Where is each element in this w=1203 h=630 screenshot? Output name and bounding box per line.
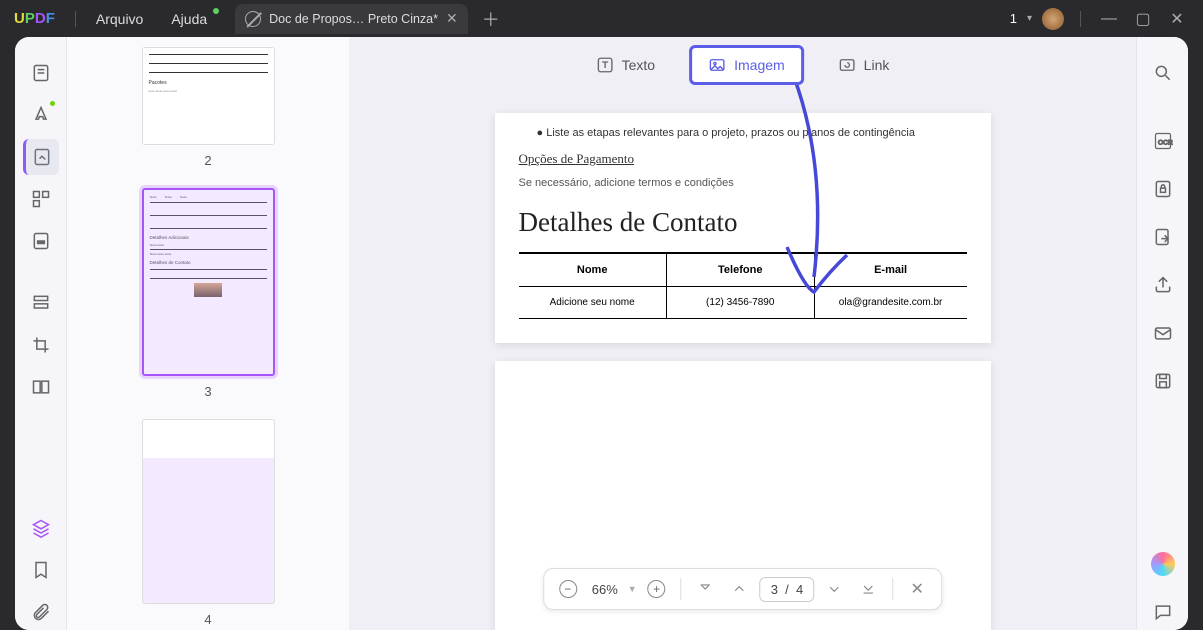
ai-assistant-button[interactable] (1145, 546, 1181, 582)
notification-count[interactable]: 1 (1010, 11, 1017, 26)
notification-dot (213, 8, 219, 14)
link-icon (838, 56, 856, 74)
thumbnail-panel: Pacotes texto texto texto texto 2 TextoT… (67, 37, 349, 630)
share-button[interactable] (1145, 267, 1181, 303)
text-icon (596, 56, 614, 74)
zoom-level: 66% (588, 582, 622, 597)
menu-help[interactable]: Ajuda (157, 11, 221, 27)
zoom-in-button[interactable]: + (643, 575, 671, 603)
thumbnail-number: 4 (204, 612, 211, 627)
form-tool[interactable] (23, 285, 59, 321)
th-email: E-mail (814, 253, 966, 287)
td-phone: (12) 3456-7890 (666, 287, 814, 319)
next-page-button[interactable] (820, 575, 848, 603)
edit-mode-image[interactable]: Imagem (689, 45, 804, 85)
attachment-tool[interactable] (23, 594, 59, 630)
document-tab[interactable]: Doc de Propos… Preto Cinza* ✕ (235, 4, 468, 34)
bottom-toolbar: − 66% ▼ + 3 / 4 ✕ (543, 568, 943, 610)
td-email: ola@grandesite.com.br (814, 287, 966, 319)
thumbnail-page-3[interactable]: TextoTextoTexto Detalhes Adicionais Text… (142, 188, 275, 376)
image-icon (708, 56, 726, 74)
organize-tool[interactable] (23, 181, 59, 217)
email-button[interactable] (1145, 315, 1181, 351)
chevron-down-icon[interactable]: ▾ (1027, 13, 1032, 24)
bookmark-tool[interactable] (23, 552, 59, 588)
zoom-out-button[interactable]: − (554, 575, 582, 603)
document-icon (245, 11, 261, 27)
page-indicator[interactable]: 3 / 4 (760, 577, 815, 602)
th-phone: Telefone (666, 253, 814, 287)
bullet-text: Liste as etapas relevantes para o projet… (537, 127, 967, 139)
payment-text: Se necessário, adicione termos e condiçõ… (519, 177, 967, 189)
redact-tool[interactable] (23, 223, 59, 259)
mode-label: Texto (622, 57, 655, 73)
minimize-button[interactable]: — (1097, 7, 1121, 31)
compare-tool[interactable] (23, 369, 59, 405)
mode-label: Imagem (734, 57, 785, 73)
edit-mode-text[interactable]: Texto (580, 45, 671, 85)
save-button[interactable] (1145, 363, 1181, 399)
annotate-tool[interactable] (23, 97, 59, 133)
layers-tool[interactable] (23, 510, 59, 546)
export-button[interactable] (1145, 219, 1181, 255)
protect-button[interactable] (1145, 171, 1181, 207)
reader-tool[interactable] (23, 55, 59, 91)
close-tab-icon[interactable]: ✕ (446, 10, 458, 27)
thumbnail-page-2[interactable]: Pacotes texto texto texto texto (142, 47, 275, 145)
search-button[interactable] (1145, 55, 1181, 91)
thumbnail-number: 2 (204, 153, 211, 168)
edit-tool[interactable] (23, 139, 59, 175)
edit-mode-link[interactable]: Link (822, 45, 906, 85)
contact-heading: Detalhes de Contato (519, 207, 967, 238)
thumbnail-number: 3 (204, 384, 211, 399)
app-logo: UPDF (0, 10, 69, 27)
menu-file[interactable]: Arquivo (82, 11, 157, 27)
maximize-button[interactable]: ▢ (1131, 7, 1155, 31)
divider (75, 11, 76, 27)
crop-tool[interactable] (23, 327, 59, 363)
comment-button[interactable] (1145, 594, 1181, 630)
last-page-button[interactable] (854, 575, 882, 603)
prev-page-button[interactable] (726, 575, 754, 603)
ocr-button[interactable]: OCR (1145, 123, 1181, 159)
zoom-dropdown-icon[interactable]: ▼ (628, 584, 637, 594)
divider (1080, 11, 1081, 27)
tab-title: Doc de Propos… Preto Cinza* (269, 12, 438, 26)
close-window-button[interactable]: ✕ (1165, 7, 1189, 31)
th-name: Nome (519, 253, 667, 287)
first-page-button[interactable] (692, 575, 720, 603)
svg-text:OCR: OCR (1158, 139, 1173, 146)
payment-heading: Opções de Pagamento (519, 151, 967, 167)
add-tab-button[interactable]: ＋ (482, 6, 500, 32)
avatar[interactable] (1042, 8, 1064, 30)
mode-label: Link (864, 57, 890, 73)
page-content[interactable]: Liste as etapas relevantes para o projet… (495, 113, 991, 343)
thumbnail-page-4[interactable] (142, 419, 275, 604)
close-toolbar-button[interactable]: ✕ (903, 575, 931, 603)
contact-table: Nome Telefone E-mail Adicione seu nome (… (519, 252, 967, 319)
td-name: Adicione seu nome (519, 287, 667, 319)
